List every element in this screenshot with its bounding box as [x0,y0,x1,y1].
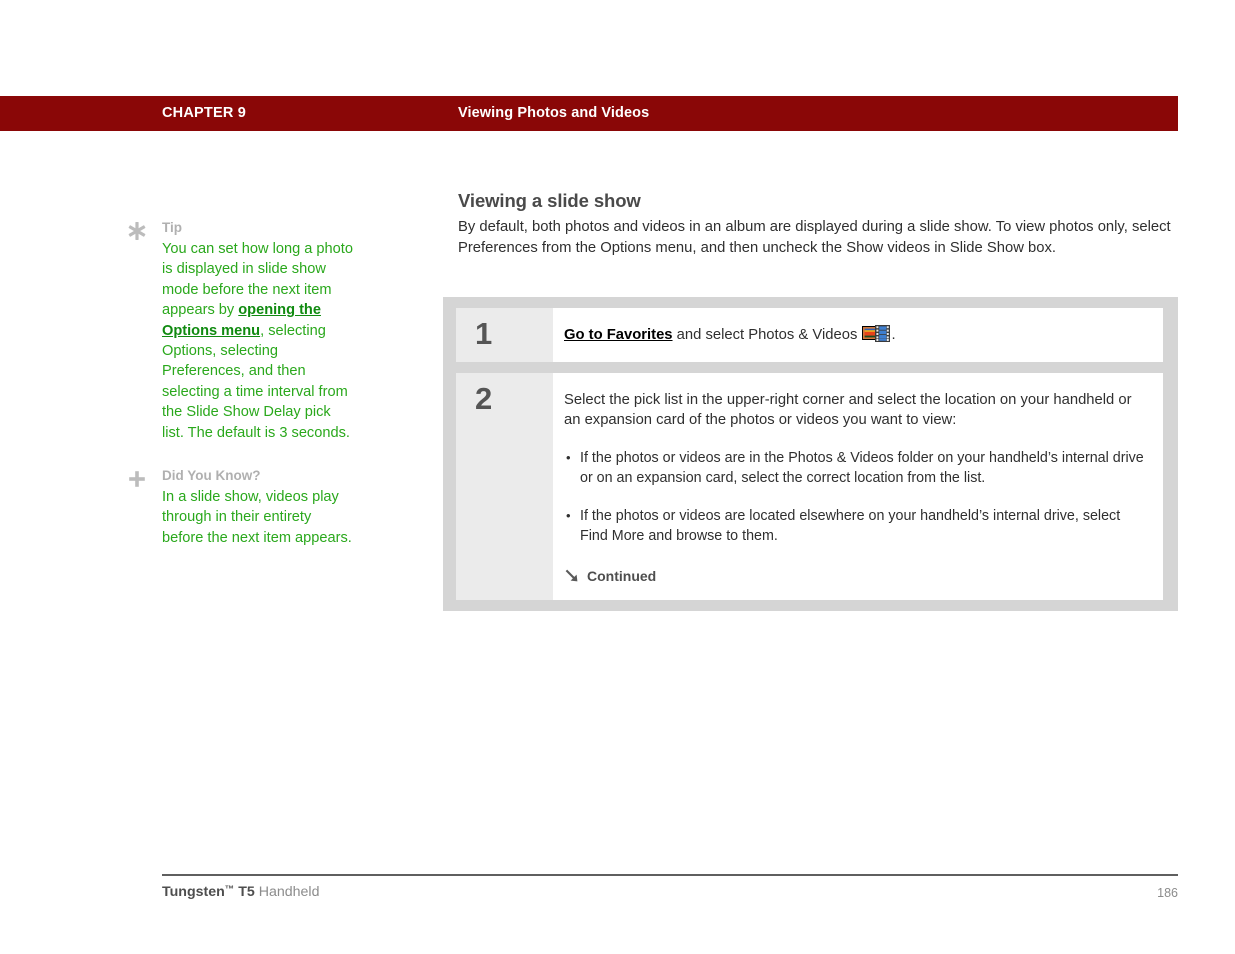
step-row-2: 2 Select the pick list in the upper-righ… [456,372,1163,600]
tip-body: Did You Know? In a slide show, videos pl… [162,466,356,548]
footer-product-label: Tungsten™ T5 Handheld [162,884,319,900]
plus-icon [126,468,148,490]
footer-divider [162,874,1178,876]
step-text-after-link: and select Photos & Videos [672,327,862,343]
continued-label: Continued [587,567,657,584]
step-number: 1 [475,316,493,351]
list-item: If the photos or videos are located else… [564,506,1145,546]
step-number: 2 [475,380,493,416]
step-content: Select the pick list in the upper-right … [553,372,1163,600]
continued-row: Continued [564,568,1145,584]
chapter-number-label: CHAPTER 9 [162,105,246,121]
footer-model: T5 [234,884,255,900]
steps-container: 1 Go to Favorites and select Photos & Vi… [443,297,1178,611]
tip-block-tip: Tip You can set how long a photo is disp… [126,218,356,443]
step-number-cell: 1 [456,308,553,362]
step-instruction: Go to Favorites and select Photos & Vide… [564,325,1145,346]
go-to-favorites-link[interactable]: Go to Favorites [564,327,673,343]
chapter-header-bar: CHAPTER 9 Viewing Photos and Videos [0,96,1178,131]
tip-block-did-you-know: Did You Know? In a slide show, videos pl… [126,466,356,548]
footer-brand: Tungsten™ T5 [162,884,255,900]
footer-brand-name: Tungsten [162,884,225,900]
step-text-end: . [891,327,896,343]
main-content: Viewing a slide show By default, both ph… [458,190,1178,258]
asterisk-icon [126,220,148,242]
trademark-symbol: ™ [224,884,235,895]
arrow-down-right-icon [564,568,580,584]
step-content: Go to Favorites and select Photos & Vide… [553,308,1163,362]
tip-text: You can set how long a photo is displaye… [162,239,356,443]
tip-text-after-link: , selecting Options, selecting Preferenc… [162,322,350,441]
page-number: 186 [1157,886,1178,900]
sidebar-tips: Tip You can set how long a photo is disp… [126,218,356,571]
step-instruction: Select the pick list in the upper-right … [564,391,1132,429]
step-row-1: 1 Go to Favorites and select Photos & Vi… [456,308,1163,362]
section-intro-paragraph: By default, both photos and videos in an… [458,219,1171,256]
tip-heading: Did You Know? [162,468,261,484]
page-title: Viewing a slide show [458,190,641,211]
step-number-cell: 2 [456,372,553,600]
tip-body: Tip You can set how long a photo is disp… [162,218,356,443]
list-item: If the photos or videos are in the Photo… [564,448,1145,488]
tip-heading: Tip [162,220,182,235]
step-bullet-list: If the photos or videos are in the Photo… [564,448,1145,546]
photos-and-videos-icon [862,325,891,342]
chapter-title-label: Viewing Photos and Videos [458,105,650,121]
tip-text: In a slide show, videos play through in … [162,489,352,546]
footer-product: Handheld [254,884,320,900]
